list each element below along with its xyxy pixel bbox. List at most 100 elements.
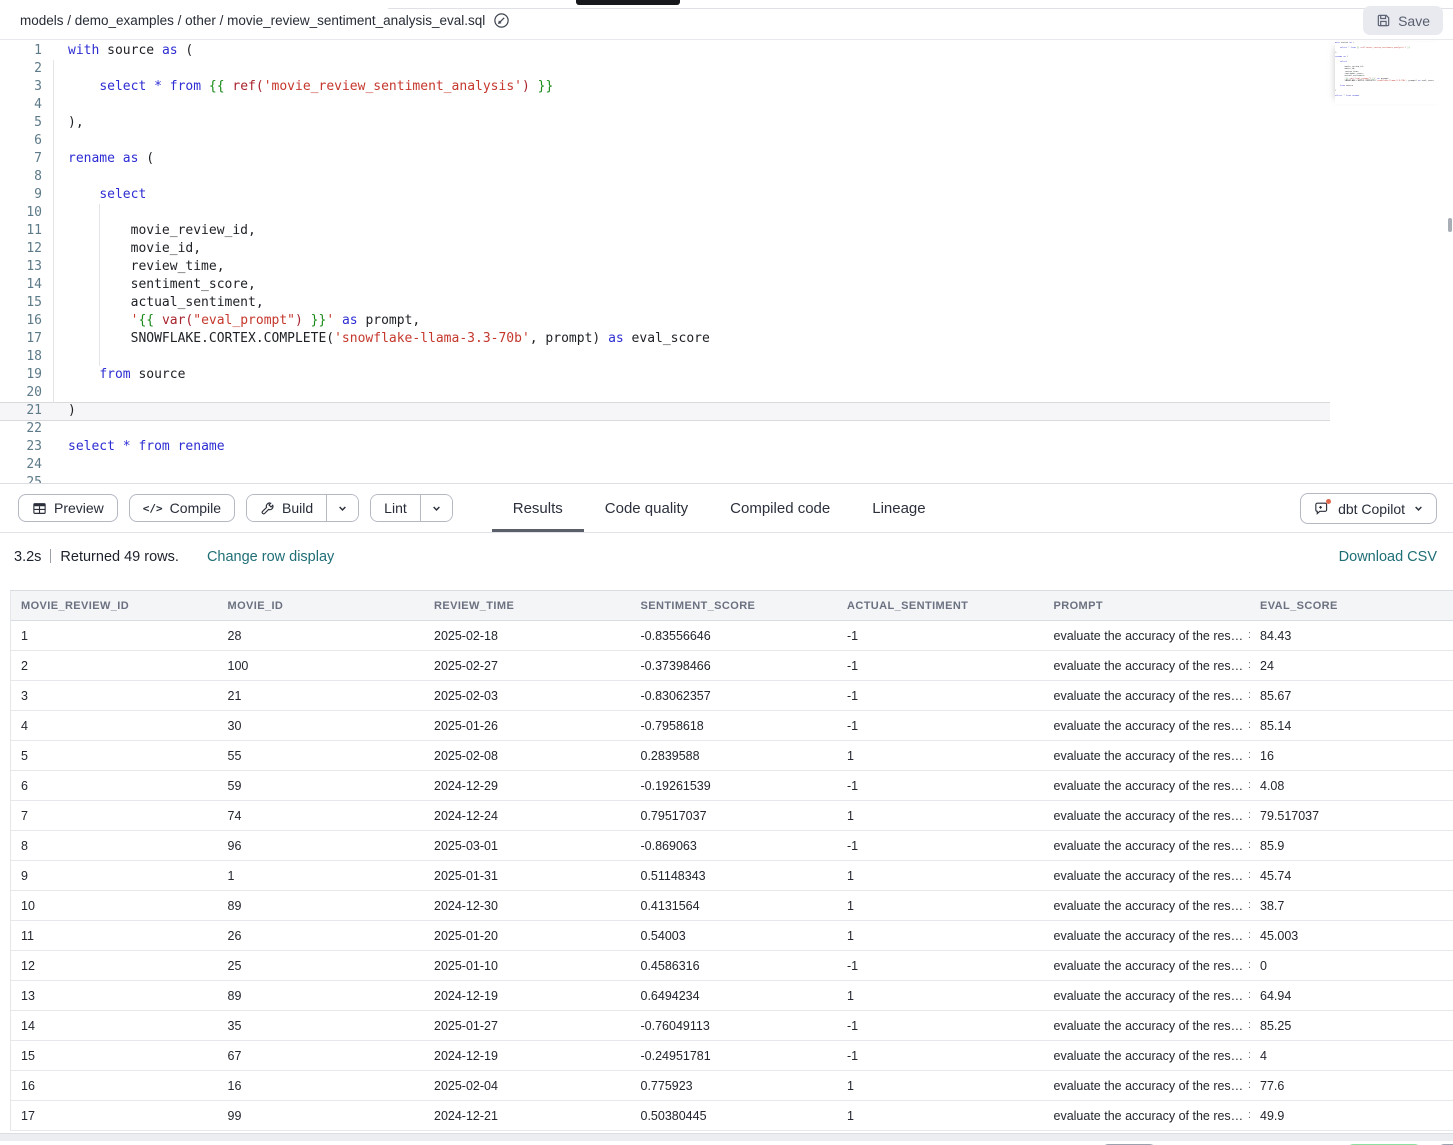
table-header-row: MOVIE_REVIEW_IDMOVIE_IDREVIEW_TIMESENTIM… [11, 591, 1453, 621]
line-number: 9 [0, 186, 42, 204]
expand-cell-icon[interactable]: › [1248, 927, 1250, 942]
expand-cell-icon[interactable]: › [1248, 627, 1250, 642]
code-line[interactable]: actual_sentiment, [68, 294, 710, 312]
code-line[interactable]: review_time, [68, 258, 710, 276]
line-number: 21 [0, 402, 42, 420]
tab-compiled-code[interactable]: Compiled code [709, 484, 851, 532]
expand-cell-icon[interactable]: › [1248, 747, 1250, 762]
lint-button[interactable]: Lint [371, 495, 420, 521]
table-cell: 7 [11, 801, 218, 830]
table-cell: 16 [11, 1071, 218, 1100]
table-cell: evaluate the accuracy of the res…› [1044, 1101, 1251, 1130]
breadcrumb[interactable]: models / demo_examples / other / movie_r… [20, 13, 485, 28]
table-cell: 1 [218, 861, 425, 890]
prompt-preview: evaluate the accuracy of the res… [1054, 839, 1244, 853]
code-line[interactable] [68, 348, 710, 366]
preview-label: Preview [54, 500, 104, 516]
build-button[interactable]: Build [247, 495, 326, 521]
tab-results[interactable]: Results [492, 484, 584, 532]
code-line[interactable] [68, 96, 710, 114]
bottom-toolbar-partial [0, 1141, 1453, 1145]
code-line[interactable]: select * from {{ ref('movie_review_senti… [68, 78, 710, 96]
editor-scrollbar[interactable] [1448, 218, 1452, 232]
table-cell: -1 [837, 951, 1044, 980]
window-notch [576, 0, 680, 5]
expand-cell-icon[interactable]: › [1248, 1107, 1250, 1122]
prompt-preview: evaluate the accuracy of the res… [1054, 749, 1244, 763]
table-cell: -1 [837, 681, 1044, 710]
line-number: 1 [0, 42, 42, 60]
download-csv-link[interactable]: Download CSV [1339, 549, 1437, 565]
save-icon [1376, 13, 1391, 28]
expand-cell-icon[interactable]: › [1248, 987, 1250, 1002]
code-line[interactable] [68, 474, 710, 483]
format-file-icon[interactable] [493, 12, 510, 29]
line-number: 11 [0, 222, 42, 240]
code-line[interactable] [68, 60, 710, 78]
table-cell: 2025-01-27 [424, 1011, 631, 1040]
code-line[interactable]: movie_review_id, [68, 222, 710, 240]
tab-lineage[interactable]: Lineage [851, 484, 946, 532]
code-line[interactable]: '{{ var("eval_prompt") }}' as prompt, [68, 312, 710, 330]
code-line[interactable] [68, 204, 710, 222]
code-line[interactable] [68, 420, 710, 438]
build-dropdown[interactable] [326, 495, 358, 521]
change-row-display-link[interactable]: Change row display [207, 549, 334, 565]
code-line[interactable]: sentiment_score, [68, 276, 710, 294]
code-line[interactable]: SNOWFLAKE.CORTEX.COMPLETE('snowflake-lla… [68, 330, 710, 348]
code-line[interactable] [68, 456, 710, 474]
expand-cell-icon[interactable]: › [1248, 657, 1250, 672]
table-cell: evaluate the accuracy of the res…› [1044, 1041, 1251, 1070]
expand-cell-icon[interactable]: › [1248, 867, 1250, 882]
row-count: Returned 49 rows. [60, 549, 178, 565]
horizontal-scrollbar-track[interactable] [0, 1133, 1453, 1141]
compile-button[interactable]: </> Compile [129, 494, 235, 522]
code-line[interactable]: rename as ( [68, 150, 710, 168]
line-number: 20 [0, 384, 42, 402]
expand-cell-icon[interactable]: › [1248, 807, 1250, 822]
line-number: 3 [0, 78, 42, 96]
code-lines[interactable]: with source as ( select * from {{ ref('m… [68, 42, 710, 483]
lint-dropdown[interactable] [420, 495, 452, 521]
code-line[interactable]: ) [68, 402, 710, 420]
table-cell: 2025-01-20 [424, 921, 631, 950]
code-line[interactable] [68, 168, 710, 186]
table-cell: -1 [837, 771, 1044, 800]
code-line[interactable]: movie_id, [68, 240, 710, 258]
expand-cell-icon[interactable]: › [1248, 1017, 1250, 1032]
line-number: 5 [0, 114, 42, 132]
code-editor[interactable]: 1234567891011121314151617181920212223242… [0, 40, 1453, 483]
column-header: PROMPT [1044, 591, 1251, 620]
minimap[interactable]: with source as ( select * from {{ ref('m… [1335, 42, 1447, 104]
expand-cell-icon[interactable]: › [1248, 957, 1250, 972]
expand-cell-icon[interactable]: › [1248, 777, 1250, 792]
expand-cell-icon[interactable]: › [1248, 897, 1250, 912]
table-cell: 21 [218, 681, 425, 710]
expand-cell-icon[interactable]: › [1248, 687, 1250, 702]
code-line[interactable]: with source as ( [68, 42, 710, 60]
line-number: 19 [0, 366, 42, 384]
expand-cell-icon[interactable]: › [1248, 717, 1250, 732]
table-cell: 4.08 [1250, 771, 1453, 800]
preview-button[interactable]: Preview [18, 494, 118, 522]
code-line[interactable]: ), [68, 114, 710, 132]
table-cell: 17 [11, 1101, 218, 1130]
code-line[interactable] [68, 132, 710, 150]
lint-split-button: Lint [370, 494, 453, 522]
dbt-copilot-button[interactable]: dbt Copilot [1300, 493, 1437, 524]
code-line[interactable]: select [68, 186, 710, 204]
expand-cell-icon[interactable]: › [1248, 1077, 1250, 1092]
expand-cell-icon[interactable]: › [1248, 1047, 1250, 1062]
results-table: MOVIE_REVIEW_IDMOVIE_IDREVIEW_TIMESENTIM… [10, 590, 1453, 1131]
save-button[interactable]: Save [1363, 6, 1443, 35]
code-line[interactable]: from source [68, 366, 710, 384]
table-row: 11262025-01-200.540031evaluate the accur… [11, 921, 1453, 951]
code-line[interactable]: select * from rename [68, 438, 710, 456]
table-cell: 1 [837, 1071, 1044, 1100]
tab-code-quality[interactable]: Code quality [584, 484, 709, 532]
table-cell: evaluate the accuracy of the res…› [1044, 651, 1251, 680]
expand-cell-icon[interactable]: › [1248, 837, 1250, 852]
table-cell: 0.50380445 [631, 1101, 838, 1130]
code-line[interactable] [68, 384, 710, 402]
table-cell: 25 [218, 951, 425, 980]
